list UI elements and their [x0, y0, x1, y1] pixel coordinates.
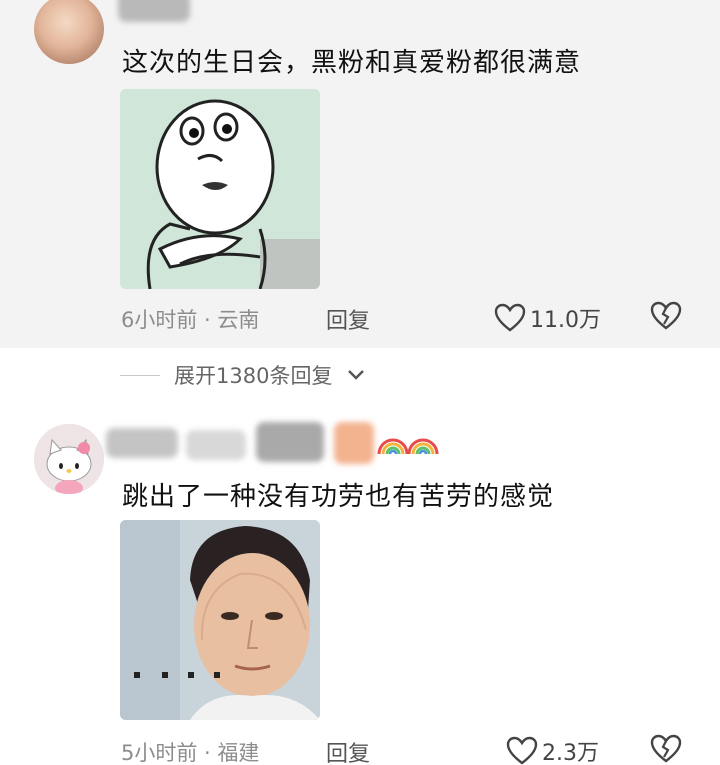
username-redacted	[334, 422, 374, 464]
dislike-button[interactable]	[650, 301, 682, 335]
chevron-down-icon	[348, 370, 365, 380]
broken-heart-icon	[650, 301, 682, 330]
like-count: 2.3万	[542, 741, 599, 765]
comment-item: 这次的生日会，黑粉和真爱粉都很满意 6小时前 · 云南 回复 11.0万	[0, 0, 720, 348]
reply-button[interactable]: 回复	[326, 736, 370, 765]
comment-text: 这次的生日会，黑粉和真爱粉都很满意	[122, 48, 582, 78]
username-redacted	[256, 422, 324, 462]
comment-text: 跳出了一种没有功劳也有苦劳的感觉	[122, 482, 555, 512]
like-count: 11.0万	[530, 308, 601, 333]
username-redacted	[106, 428, 178, 458]
expand-replies-button[interactable]: 展开1380条回复	[120, 360, 366, 390]
broken-heart-icon	[650, 734, 682, 763]
user-avatar[interactable]	[34, 0, 104, 64]
user-avatar[interactable]	[34, 424, 104, 494]
meme-drawing-icon	[120, 89, 320, 289]
username-redacted	[186, 430, 246, 460]
rainbow-icon	[407, 438, 439, 455]
heart-icon	[506, 736, 538, 765]
comment-meta: 6小时前 · 云南	[121, 308, 260, 332]
comment-image-photo[interactable]	[120, 520, 320, 720]
like-button[interactable]: 11.0万	[494, 302, 601, 334]
rainbow-icon	[377, 438, 409, 455]
username-redacted	[118, 0, 190, 22]
hello-kitty-avatar-icon	[34, 424, 104, 494]
comment-meta: 5小时前 · 福建	[121, 741, 260, 765]
expand-replies-label: 展开1380条回复	[174, 364, 333, 388]
divider-line	[120, 374, 160, 376]
comment-image-meme[interactable]	[120, 89, 320, 289]
dislike-button[interactable]	[650, 734, 682, 765]
comment-item: 跳出了一种没有功劳也有苦劳的感觉 5小时前 · 福建 回复 2.3万	[0, 400, 720, 765]
portrait-photo-icon	[120, 520, 320, 720]
reply-button[interactable]: 回复	[326, 303, 370, 335]
heart-icon	[494, 303, 526, 332]
like-button[interactable]: 2.3万	[506, 735, 599, 765]
